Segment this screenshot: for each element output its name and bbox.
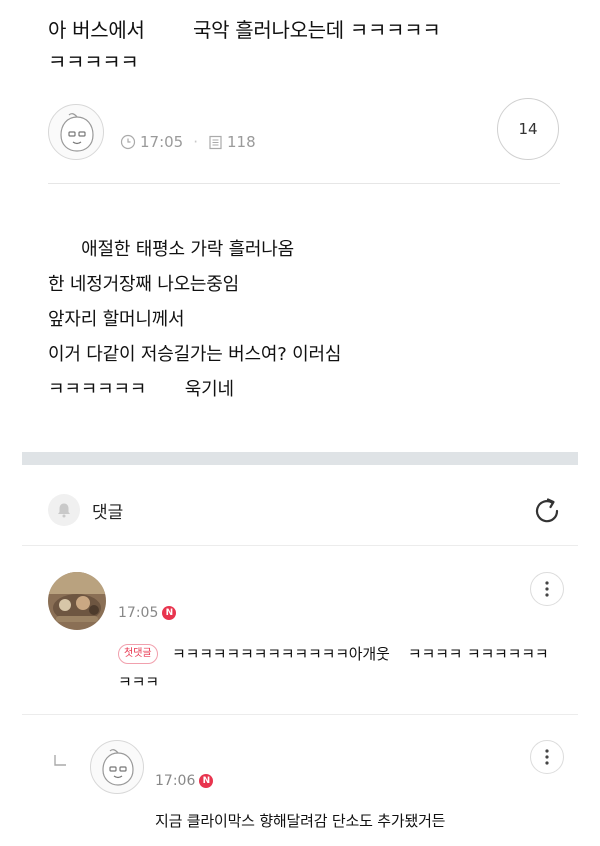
peach-face-icon	[60, 113, 94, 152]
comment-time: 17:06 N	[155, 773, 214, 789]
more-vertical-icon	[545, 581, 549, 597]
bell-icon	[58, 503, 70, 518]
post-title: 아 버스에서 국악 흘러나오는데 ㅋㅋㅋㅋㅋ ㅋㅋㅋㅋㅋ	[48, 18, 441, 74]
comment-time: 17:05 N	[118, 605, 177, 621]
post-views: 118	[227, 133, 256, 151]
clock-icon	[120, 134, 136, 150]
author-avatar[interactable]	[48, 104, 104, 160]
divider	[22, 714, 578, 715]
comment-section-label: 댓글	[92, 502, 124, 523]
post-time: 17:05	[140, 133, 184, 151]
comment-text: 지금 클라이막스 향해달려감 단소도 추가됐거든	[155, 812, 446, 830]
bell-button[interactable]	[48, 494, 80, 526]
new-badge: N	[162, 606, 177, 620]
commenter-photo	[48, 572, 106, 630]
comment-more-button[interactable]	[530, 740, 564, 774]
reply-arrow-icon	[54, 755, 66, 766]
post-body: 애절한 태평소 가락 흘러나옴 한 네정거장째 나오는중임 앞자리 할머니께서 …	[48, 239, 342, 400]
meta-separator: ·	[193, 133, 199, 151]
commenter-avatar[interactable]	[48, 572, 106, 630]
divider	[48, 183, 560, 184]
document-icon	[209, 135, 222, 149]
commenter-avatar[interactable]	[90, 740, 144, 794]
comment-time-text: 17:05	[118, 605, 159, 621]
comment-section-header: 댓글	[48, 494, 123, 526]
divider	[22, 545, 578, 546]
peach-face-icon	[102, 749, 134, 786]
comment-time-text: 17:06	[155, 773, 196, 789]
comment-count-button[interactable]: 14	[497, 98, 559, 160]
post-meta: 17:05 · 118	[120, 133, 256, 151]
comment-text: ㅋㅋㅋㅋㅋㅋㅋㅋㅋㅋㅋㅋㅋ아개웃 ㅋㅋㅋㅋ ㅋㅋㅋㅋㅋㅋㅋㅋㅋ	[118, 645, 549, 691]
section-divider	[22, 452, 578, 465]
more-vertical-icon	[545, 749, 549, 765]
comment-more-button[interactable]	[530, 572, 564, 606]
refresh-icon[interactable]	[530, 494, 564, 528]
new-badge: N	[199, 774, 214, 788]
